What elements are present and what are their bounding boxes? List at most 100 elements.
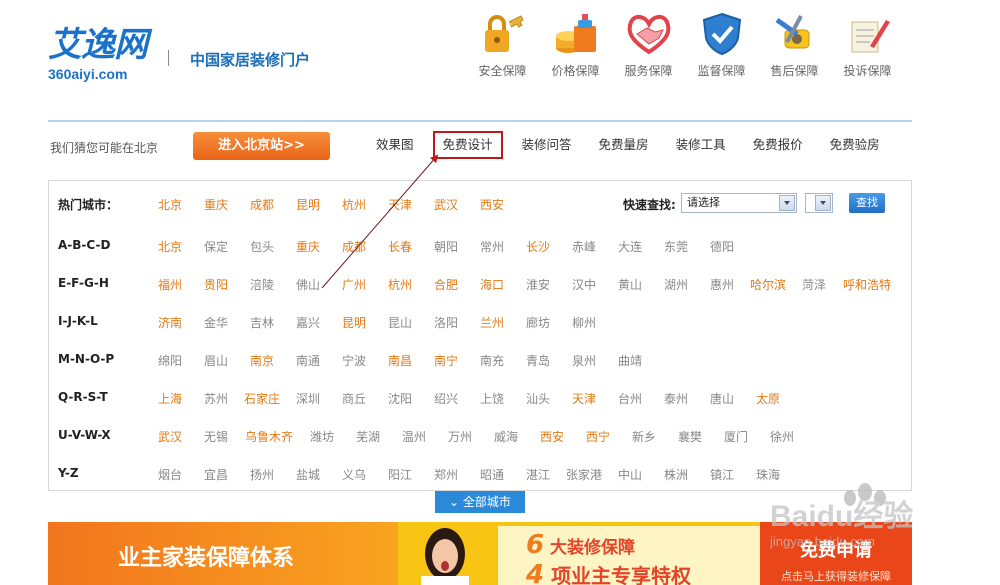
city-link[interactable]: 南京 [239,352,285,369]
city-link[interactable]: 泰州 [653,390,699,407]
city-link[interactable]: 长沙 [515,238,561,255]
city-link[interactable]: 南昌 [377,352,423,369]
city-link[interactable]: 黄山 [607,276,653,293]
city-link[interactable]: 昆明 [331,314,377,331]
province-select[interactable]: 请选择 [681,193,797,213]
guarantee-price[interactable]: 价格保障 [539,12,612,82]
city-link[interactable]: 昭通 [469,466,515,483]
hot-city-link[interactable]: 西安 [469,196,515,213]
city-link[interactable]: 湛江 [515,466,561,483]
city-link[interactable]: 呼和浩特 [837,276,897,293]
city-link[interactable]: 东莞 [653,238,699,255]
city-link[interactable]: 西宁 [575,428,621,445]
hot-city-link[interactable]: 昆明 [285,196,331,213]
city-link[interactable]: 包头 [239,238,285,255]
search-button[interactable]: 查找 [849,193,885,213]
city-link[interactable]: 深圳 [285,390,331,407]
city-link[interactable]: 南通 [285,352,331,369]
city-link[interactable]: 商丘 [331,390,377,407]
city-link[interactable]: 廊坊 [515,314,561,331]
city-link[interactable]: 宁波 [331,352,377,369]
city-link[interactable]: 贵阳 [193,276,239,293]
city-link[interactable]: 南宁 [423,352,469,369]
city-link[interactable]: 常州 [469,238,515,255]
nav-item-free-inspection[interactable]: 免费验房 [822,131,888,159]
city-link[interactable]: 上饶 [469,390,515,407]
city-link[interactable]: 菏泽 [791,276,837,293]
guarantee-service[interactable]: 服务保障 [612,12,685,82]
city-link[interactable]: 福州 [147,276,193,293]
city-link[interactable]: 柳州 [561,314,607,331]
city-link[interactable]: 徐州 [759,428,805,445]
city-link[interactable]: 昆山 [377,314,423,331]
city-link[interactable]: 长春 [377,238,423,255]
city-link[interactable]: 万州 [437,428,483,445]
city-link[interactable]: 武汉 [147,428,193,445]
city-link[interactable]: 成都 [331,238,377,255]
city-link[interactable]: 赤峰 [561,238,607,255]
city-link[interactable]: 潍坊 [299,428,345,445]
city-select[interactable] [805,193,833,213]
city-link[interactable]: 新乡 [621,428,667,445]
city-link[interactable]: 盐城 [285,466,331,483]
city-link[interactable]: 株洲 [653,466,699,483]
city-link[interactable]: 绍兴 [423,390,469,407]
city-link[interactable]: 大连 [607,238,653,255]
city-link[interactable]: 哈尔滨 [745,276,791,293]
city-link[interactable]: 义乌 [331,466,377,483]
city-link[interactable]: 洛阳 [423,314,469,331]
city-link[interactable]: 无锡 [193,428,239,445]
city-link[interactable]: 温州 [391,428,437,445]
site-logo[interactable]: 艾逸网 360aiyi.com [48,26,158,84]
city-link[interactable]: 汕头 [515,390,561,407]
city-link[interactable]: 上海 [147,390,193,407]
guarantee-aftersales[interactable]: 售后保障 [758,12,831,82]
city-link[interactable]: 威海 [483,428,529,445]
city-link[interactable]: 张家港 [561,466,607,483]
city-link[interactable]: 扬州 [239,466,285,483]
city-link[interactable]: 绵阳 [147,352,193,369]
city-link[interactable]: 南充 [469,352,515,369]
city-link[interactable]: 汉中 [561,276,607,293]
city-link[interactable]: 嘉兴 [285,314,331,331]
hot-city-link[interactable]: 重庆 [193,196,239,213]
city-link[interactable]: 北京 [147,238,193,255]
city-link[interactable]: 镇江 [699,466,745,483]
city-link[interactable]: 佛山 [285,276,331,293]
city-link[interactable]: 苏州 [193,390,239,407]
chevron-down-icon[interactable] [779,195,795,211]
city-link[interactable]: 青岛 [515,352,561,369]
nav-item-renderings[interactable]: 效果图 [368,131,422,159]
nav-item-free-measure[interactable]: 免费量房 [591,131,657,159]
city-link[interactable]: 襄樊 [667,428,713,445]
city-link[interactable]: 厦门 [713,428,759,445]
chevron-down-icon[interactable] [815,195,831,211]
city-link[interactable]: 郑州 [423,466,469,483]
city-link[interactable]: 乌鲁木齐 [239,428,299,445]
city-link[interactable]: 惠州 [699,276,745,293]
city-link[interactable]: 兰州 [469,314,515,331]
city-link[interactable]: 唐山 [699,390,745,407]
city-link[interactable]: 天津 [561,390,607,407]
nav-item-tools[interactable]: 装修工具 [668,131,734,159]
city-link[interactable]: 沈阳 [377,390,423,407]
hot-city-link[interactable]: 杭州 [331,196,377,213]
guarantee-supervision[interactable]: 监督保障 [685,12,758,82]
city-link[interactable]: 西安 [529,428,575,445]
city-link[interactable]: 合肥 [423,276,469,293]
city-link[interactable]: 杭州 [377,276,423,293]
city-link[interactable]: 广州 [331,276,377,293]
city-link[interactable]: 德阳 [699,238,745,255]
city-link[interactable]: 泉州 [561,352,607,369]
enter-city-button[interactable]: 进入北京站>> [193,132,330,160]
city-link[interactable]: 太原 [745,390,791,407]
all-cities-button[interactable]: ⌄ 全部城市 [435,491,525,513]
hot-city-link[interactable]: 北京 [147,196,193,213]
city-link[interactable]: 宜昌 [193,466,239,483]
city-link[interactable]: 芜湖 [345,428,391,445]
city-link[interactable]: 烟台 [147,466,193,483]
city-link[interactable]: 阳江 [377,466,423,483]
city-link[interactable]: 海口 [469,276,515,293]
city-link[interactable]: 朝阳 [423,238,469,255]
city-link[interactable]: 金华 [193,314,239,331]
